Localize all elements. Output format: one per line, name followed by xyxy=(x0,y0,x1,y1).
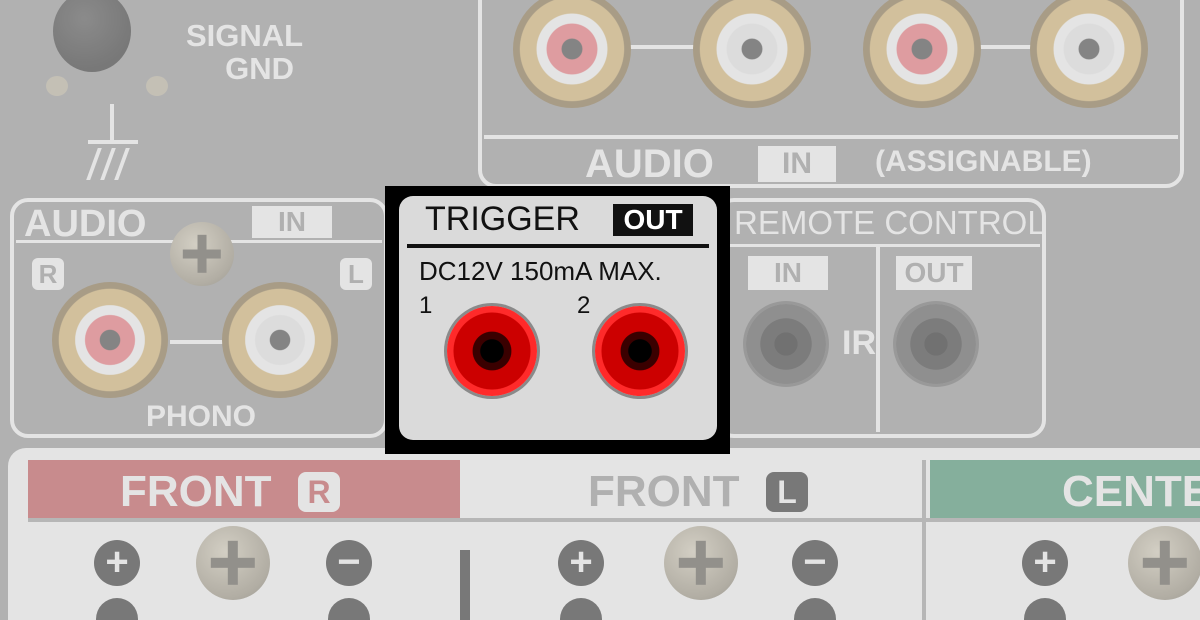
trigger-panel: TRIGGER OUT DC12V 150mA MAX. 1 2 xyxy=(399,196,717,440)
signal-gnd-terminal[interactable] xyxy=(46,0,168,110)
front-r-minus-icon: − xyxy=(326,540,372,586)
trigger-spec: DC12V 150mA MAX. xyxy=(419,256,662,286)
assignable-in-tag: IN xyxy=(758,146,836,182)
phono-l-tag: L xyxy=(340,258,372,290)
ir-label: IR xyxy=(842,324,876,362)
trigger-jack-1-label: 1 xyxy=(419,292,433,319)
center-label: CENTE xyxy=(1062,467,1200,516)
front-l-side-tag: L xyxy=(766,472,808,512)
gnd-label: GND xyxy=(225,50,294,86)
phono-audio-label: AUDIO xyxy=(24,203,147,245)
remote-out-jack[interactable] xyxy=(896,304,976,384)
phono-r-tag: R xyxy=(32,258,64,290)
phono-screw xyxy=(170,222,234,286)
trigger-jack-1[interactable] xyxy=(447,306,537,396)
center-screw[interactable] xyxy=(1128,526,1200,600)
front-l-plus-icon: + xyxy=(558,540,604,586)
receiver-back-panel: SIGNAL GND AUDIO IN (ASSIGNABLE) AUDIO I… xyxy=(0,0,1200,620)
trigger-jack-2-label: 2 xyxy=(577,292,591,319)
phono-in-tag: IN xyxy=(252,206,332,238)
front-r-screw[interactable] xyxy=(196,526,270,600)
remote-in-jack[interactable] xyxy=(746,304,826,384)
front-r-plus-icon: + xyxy=(94,540,140,586)
signal-label: SIGNAL xyxy=(186,18,304,53)
remote-out-tag: OUT xyxy=(896,256,972,290)
trigger-out-section: TRIGGER OUT DC12V 150mA MAX. 1 2 xyxy=(385,186,730,454)
front-l-label: FRONT xyxy=(588,467,740,516)
phono-jack-l[interactable] xyxy=(222,282,338,398)
front-r-label: FRONT xyxy=(120,467,272,516)
trigger-jack-2[interactable] xyxy=(595,306,685,396)
front-r-side-tag: R xyxy=(298,472,340,512)
trigger-title: TRIGGER xyxy=(425,200,580,238)
signal-gnd-label: SIGNAL GND xyxy=(186,18,304,86)
assignable-note: (ASSIGNABLE) xyxy=(875,145,1092,178)
center-plus-icon: + xyxy=(1022,540,1068,586)
phono-label: PHONO xyxy=(146,400,257,433)
front-l-minus-icon: − xyxy=(792,540,838,586)
front-l-screw[interactable] xyxy=(664,526,738,600)
ground-icon xyxy=(86,104,138,184)
phono-jack-r[interactable] xyxy=(52,282,168,398)
trigger-out-tag: OUT xyxy=(613,204,693,236)
assignable-audio-label: AUDIO xyxy=(585,142,714,186)
remote-in-tag: IN xyxy=(748,256,828,290)
remote-control-title: REMOTE CONTROL xyxy=(734,204,1046,241)
